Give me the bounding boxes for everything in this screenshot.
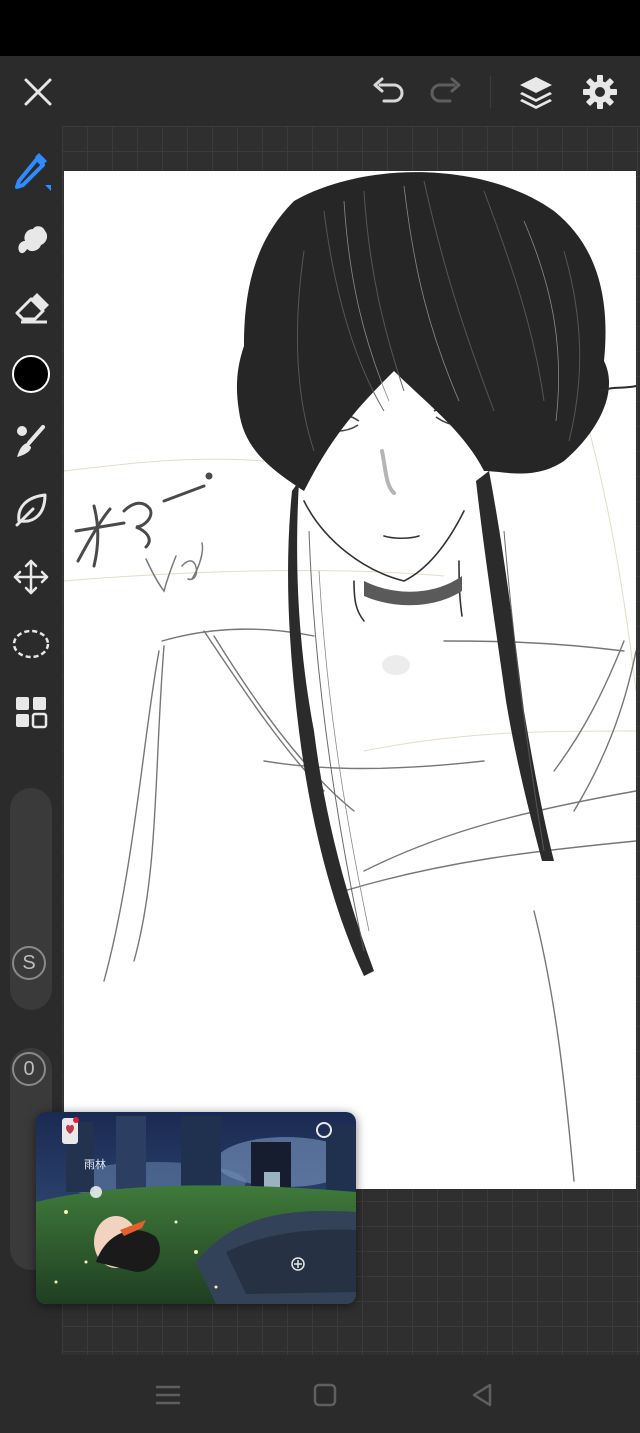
redo-icon[interactable] — [424, 72, 468, 112]
top-bar — [0, 56, 640, 126]
lasso-icon — [12, 629, 50, 659]
opacity-label: 0 — [23, 1057, 35, 1080]
game-video-frame — [36, 1112, 356, 1304]
opacity-slider-knob[interactable]: 0 — [12, 1052, 46, 1086]
back-icon[interactable] — [462, 1377, 502, 1413]
eraser-tool[interactable] — [8, 284, 54, 330]
brush-size-slider[interactable]: S — [10, 788, 52, 1010]
status-bar — [0, 0, 640, 56]
more-tools[interactable] — [8, 689, 54, 735]
drawing-canvas[interactable]: Sky — [64, 171, 636, 1189]
undo-icon[interactable] — [366, 72, 410, 112]
sketch-artwork: Sky — [64, 172, 636, 1182]
signature — [74, 472, 213, 568]
brush-library-tool[interactable] — [8, 418, 54, 464]
move-icon — [13, 559, 49, 595]
signature-text: Sky — [164, 600, 167, 602]
grid-icon — [16, 697, 48, 729]
smudge-tool[interactable] — [8, 216, 54, 262]
smudge-icon — [18, 226, 48, 254]
brush-tool[interactable] — [8, 148, 54, 194]
selection-tool[interactable] — [8, 621, 54, 667]
pen-icon — [15, 153, 51, 191]
size-slider-knob[interactable]: S — [12, 946, 46, 980]
divider — [490, 76, 491, 108]
size-label: S — [22, 951, 36, 974]
pip-caption: 雨林 — [84, 1159, 106, 1171]
menu-icon[interactable] — [148, 1377, 188, 1413]
picture-in-picture-window[interactable]: 雨林 — [36, 1112, 356, 1304]
home-icon[interactable] — [305, 1377, 345, 1413]
layers-icon[interactable] — [514, 70, 558, 114]
brush-library-icon — [17, 425, 45, 457]
gear-icon[interactable] — [578, 70, 622, 114]
color-picker[interactable] — [8, 351, 54, 397]
fill-tool[interactable] — [8, 486, 54, 532]
close-icon[interactable] — [18, 72, 58, 112]
eraser-icon — [15, 293, 49, 324]
system-nav-bar — [0, 1355, 640, 1433]
transform-tool[interactable] — [8, 554, 54, 600]
leaf-icon — [15, 493, 47, 527]
color-swatch — [12, 355, 50, 393]
